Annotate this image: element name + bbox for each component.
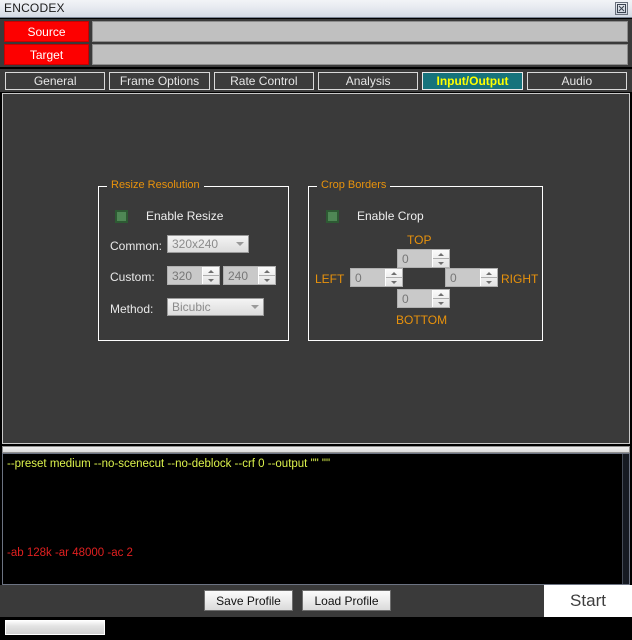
target-row: Target: [4, 44, 628, 65]
crop-right-stepper[interactable]: 0: [445, 268, 498, 287]
tab-general[interactable]: General: [5, 71, 106, 90]
source-path-field[interactable]: [92, 21, 628, 42]
target-button[interactable]: Target: [4, 44, 89, 65]
progress-bar: [5, 620, 105, 635]
custom-height-stepper[interactable]: 240: [223, 266, 276, 285]
crop-left-value: 0: [355, 270, 362, 285]
crop-top-stepper[interactable]: 0: [397, 249, 450, 268]
custom-width-stepper-buttons[interactable]: [202, 267, 219, 284]
crop-left-increment[interactable]: [386, 269, 402, 278]
crop-borders-group: Crop Borders Enable Crop TOP 0 LEFT 0 0 …: [308, 179, 543, 341]
crop-right-label: RIGHT: [501, 272, 539, 286]
custom-height-decrement[interactable]: [259, 276, 275, 284]
encodex-window: ENCODEX Source Target General Frame Opti…: [0, 0, 632, 640]
footer-bar: Save Profile Load Profile Start: [0, 585, 632, 617]
enable-crop-checkbox[interactable]: [326, 209, 339, 223]
chevron-down-icon: [247, 305, 263, 309]
tab-input-output[interactable]: Input/Output: [422, 71, 523, 90]
crop-right-decrement[interactable]: [481, 278, 497, 286]
source-button[interactable]: Source: [4, 21, 89, 42]
start-button[interactable]: Start: [544, 585, 632, 617]
crop-bottom-value: 0: [402, 291, 409, 306]
load-profile-button[interactable]: Load Profile: [302, 590, 391, 611]
status-bar: [0, 617, 632, 640]
save-profile-button[interactable]: Save Profile: [204, 590, 293, 611]
resize-resolution-group: Resize Resolution Enable Resize Common: …: [98, 179, 289, 341]
crop-left-label: LEFT: [315, 272, 345, 286]
target-path-field[interactable]: [92, 44, 628, 65]
crop-right-value: 0: [450, 270, 457, 285]
command-line-console[interactable]: --preset medium --no-scenecut --no-deblo…: [2, 453, 630, 585]
tab-audio[interactable]: Audio: [526, 71, 627, 90]
input-output-panel: Resize Resolution Enable Resize Common: …: [2, 93, 630, 444]
console-vertical-scrollbar[interactable]: [622, 454, 629, 584]
custom-height-stepper-buttons[interactable]: [258, 267, 275, 284]
console-audio-line: -ab 128k -ar 48000 -ac 2: [7, 547, 133, 559]
enable-resize-label: Enable Resize: [146, 209, 224, 223]
chevron-down-icon: [232, 242, 248, 246]
custom-label: Custom:: [110, 270, 155, 284]
crop-right-stepper-buttons[interactable]: [480, 269, 497, 286]
resize-group-legend: Resize Resolution: [107, 179, 204, 191]
title-bar: ENCODEX: [0, 0, 632, 18]
crop-top-decrement[interactable]: [433, 259, 449, 267]
common-resolution-value: 320x240: [172, 237, 219, 251]
tab-frame-options[interactable]: Frame Options: [109, 71, 210, 90]
source-row: Source: [4, 21, 628, 42]
console-top-divider: [2, 446, 630, 453]
enable-crop-row[interactable]: Enable Crop: [326, 209, 424, 223]
tab-analysis[interactable]: Analysis: [317, 71, 419, 90]
crop-bottom-label: BOTTOM: [396, 313, 448, 327]
resize-method-value: Bicubic: [172, 300, 211, 314]
enable-crop-label: Enable Crop: [357, 209, 424, 223]
custom-width-decrement[interactable]: [203, 276, 219, 284]
tab-bar: General Frame Options Rate Control Analy…: [0, 69, 632, 92]
method-label: Method:: [110, 302, 154, 316]
common-resolution-combobox[interactable]: 320x240: [167, 235, 249, 253]
console-command-line: --preset medium --no-scenecut --no-deblo…: [7, 458, 331, 470]
crop-left-decrement[interactable]: [386, 278, 402, 286]
enable-resize-checkbox[interactable]: [115, 209, 128, 223]
crop-left-stepper[interactable]: 0: [350, 268, 403, 287]
crop-top-label: TOP: [407, 233, 432, 247]
crop-bottom-stepper[interactable]: 0: [397, 289, 450, 308]
resize-method-combobox[interactable]: Bicubic: [167, 298, 264, 316]
custom-width-increment[interactable]: [203, 267, 219, 276]
enable-resize-row[interactable]: Enable Resize: [115, 209, 223, 223]
crop-right-increment[interactable]: [481, 269, 497, 278]
crop-left-stepper-buttons[interactable]: [385, 269, 402, 286]
custom-width-value: 320: [172, 268, 193, 283]
crop-bottom-decrement[interactable]: [433, 299, 449, 307]
custom-height-increment[interactable]: [259, 267, 275, 276]
crop-top-stepper-buttons[interactable]: [432, 250, 449, 267]
crop-bottom-stepper-buttons[interactable]: [432, 290, 449, 307]
crop-bottom-increment[interactable]: [433, 290, 449, 299]
window-title: ENCODEX: [4, 1, 65, 15]
tab-rate-control[interactable]: Rate Control: [213, 71, 314, 90]
crop-group-legend: Crop Borders: [317, 179, 391, 191]
custom-height-value: 240: [228, 268, 249, 283]
crop-top-value: 0: [402, 251, 409, 266]
close-icon[interactable]: [615, 2, 628, 15]
io-bar: Source Target: [0, 19, 632, 67]
crop-top-increment[interactable]: [433, 250, 449, 259]
custom-width-stepper[interactable]: 320: [167, 266, 220, 285]
common-label: Common:: [110, 239, 163, 253]
